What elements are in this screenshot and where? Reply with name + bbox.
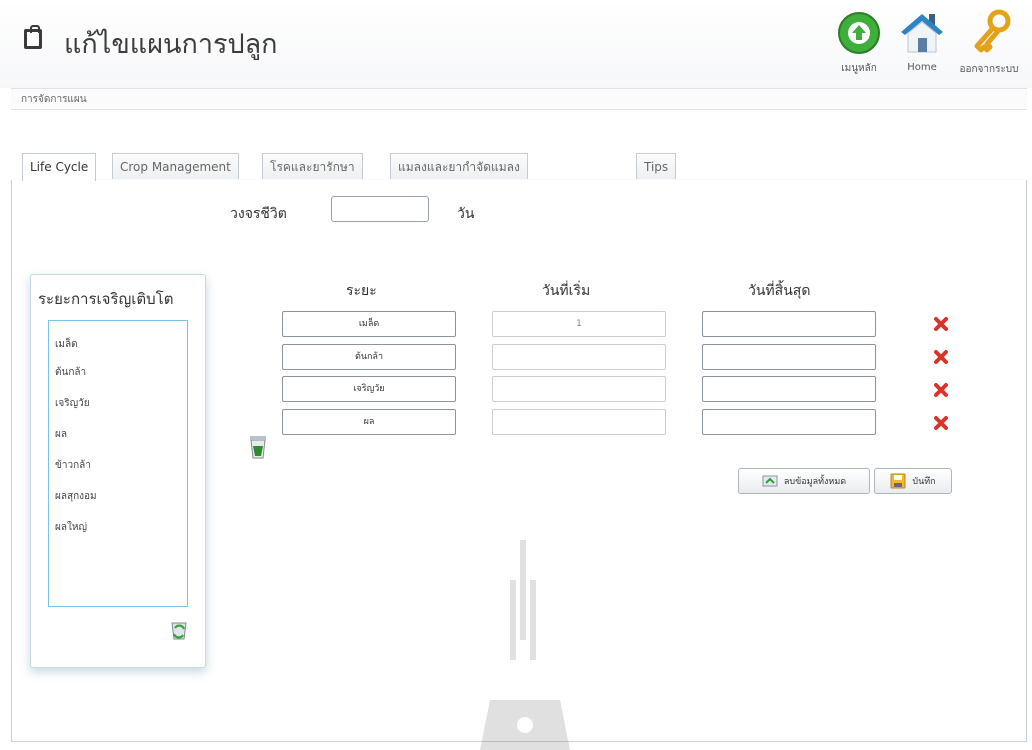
stage-name-field[interactable]: ต้นกล้า (282, 344, 456, 370)
tab-life-cycle[interactable]: Life Cycle (22, 153, 97, 181)
clear-all-label: ลบข้อมูลทั้งหมด (783, 477, 847, 487)
home-label: Home (907, 62, 937, 73)
list-item[interactable]: ต้นกล้า (55, 365, 86, 380)
start-day-field[interactable]: 1 (492, 311, 666, 337)
start-day-field[interactable] (492, 376, 666, 402)
lifecycle-label: วงจรชีวิต (230, 206, 287, 222)
tab-crop-management[interactable]: Crop Management (112, 153, 239, 179)
growth-stages-list[interactable]: เมล็ด ต้นกล้า เจริญวัย ผล ข้าวกล้า ผลสุก… (48, 320, 188, 607)
add-stage-icon[interactable] (247, 432, 269, 460)
stage-name-field[interactable]: เมล็ด (282, 311, 456, 337)
delete-row-icon[interactable] (933, 382, 949, 398)
end-day-field[interactable] (702, 311, 876, 337)
growth-stages-panel: ระยะการเจริญเติบโต เมล็ด ต้นกล้า เจริญวั… (30, 274, 206, 668)
list-item[interactable]: ผลสุกงอม (55, 489, 97, 504)
tab-insects[interactable]: แมลงและยากำจัดแมลง (390, 153, 528, 179)
list-item[interactable]: ข้าวกล้า (55, 458, 91, 473)
end-day-field[interactable] (702, 409, 876, 435)
column-header-end-day: วันที่สิ้นสุด (748, 283, 811, 299)
start-day-field[interactable] (492, 344, 666, 370)
save-label: บันทึก (912, 477, 936, 487)
refresh-icon (762, 474, 778, 488)
delete-row-icon[interactable] (933, 316, 949, 332)
university-seal-watermark (480, 540, 570, 750)
stage-name-field[interactable]: เจริญวัย (282, 376, 456, 402)
end-day-field[interactable] (702, 376, 876, 402)
logout-label: ออกจากระบบ (959, 64, 1019, 75)
list-item[interactable]: เมล็ด (55, 337, 78, 352)
column-header-start-day: วันที่เริ่ม (542, 283, 591, 299)
list-item[interactable]: เจริญวัย (55, 396, 90, 411)
tab-diseases[interactable]: โรคและยารักษา (262, 153, 363, 179)
tab-tips[interactable]: Tips (636, 153, 677, 179)
home-icon (901, 14, 943, 53)
start-day-field[interactable] (492, 409, 666, 435)
lifecycle-unit: วัน (457, 206, 475, 222)
end-day-field[interactable] (702, 344, 876, 370)
page-title: แก้ไขแผนการปลูก (64, 29, 278, 60)
lifecycle-days-input[interactable] (331, 196, 429, 222)
list-item[interactable]: ผล (55, 427, 67, 442)
clipboard-icon (24, 25, 42, 49)
stage-name-field[interactable]: ผล (282, 409, 456, 435)
logout-button[interactable]: ออกจากระบบ (956, 8, 1022, 77)
up-arrow-circle-icon (838, 12, 880, 54)
breadcrumb[interactable]: การจัดการแผน (11, 88, 1027, 110)
recycle-bin-icon[interactable] (167, 617, 191, 641)
key-icon (974, 9, 1011, 53)
growth-stages-title: ระยะการเจริญเติบโต (38, 290, 174, 308)
delete-row-icon[interactable] (933, 349, 949, 365)
main-menu-label: เมนูหลัก (841, 63, 877, 74)
column-header-stage: ระยะ (346, 283, 377, 299)
delete-row-icon[interactable] (933, 415, 949, 431)
floppy-disk-icon (890, 473, 906, 489)
save-button[interactable]: บันทึก (874, 468, 952, 494)
list-item[interactable]: ผลใหญ่ (55, 520, 87, 535)
home-button[interactable]: Home (896, 8, 948, 73)
main-menu-button[interactable]: เมนูหลัก (832, 8, 886, 76)
clear-all-button[interactable]: ลบข้อมูลทั้งหมด (738, 468, 870, 494)
